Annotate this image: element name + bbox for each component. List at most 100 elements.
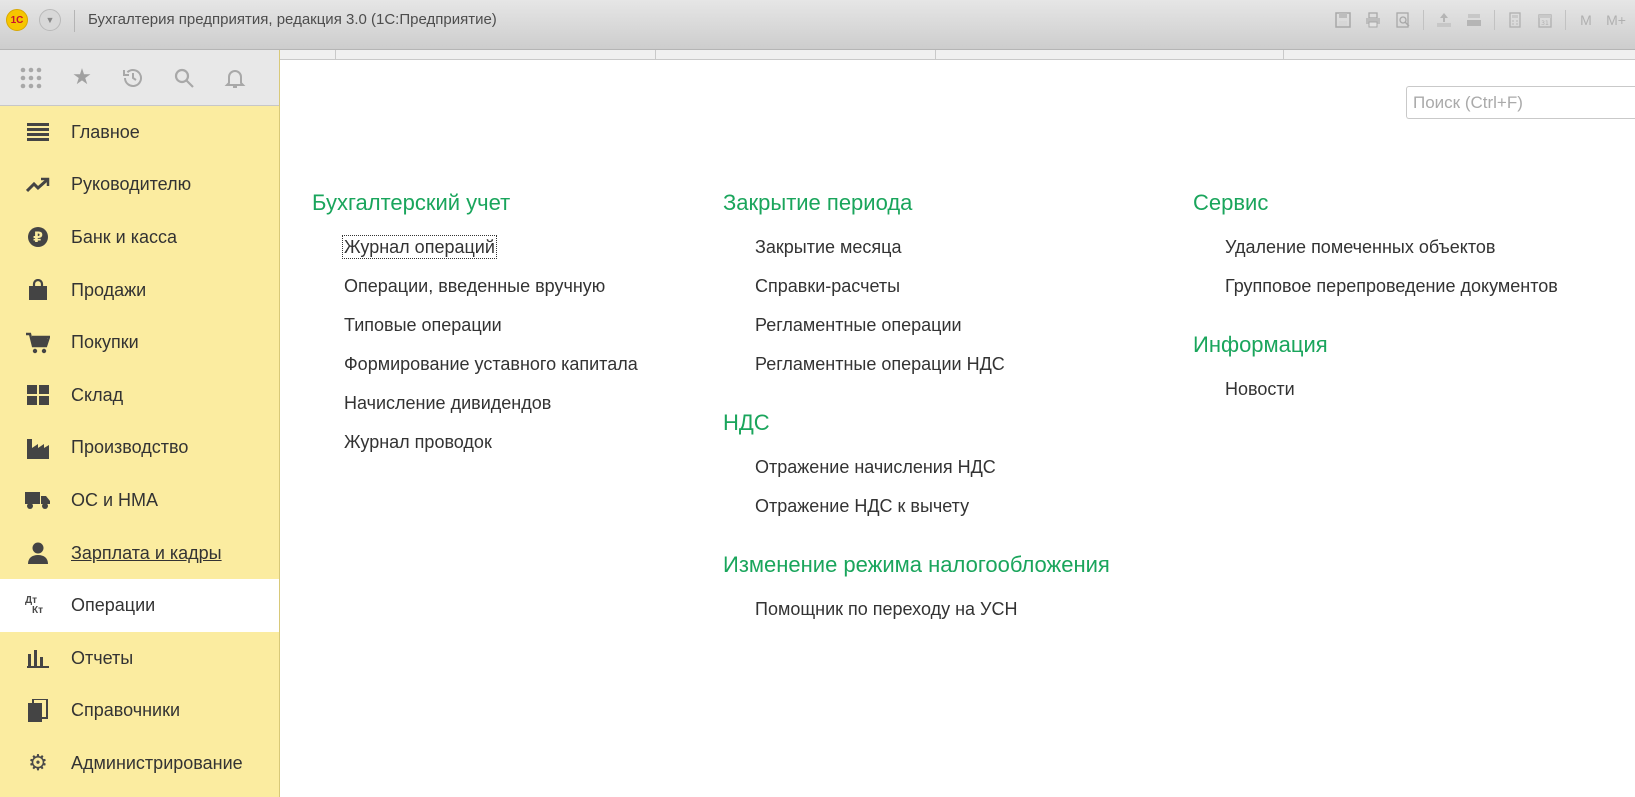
sidebar-item-label: Администрирование	[71, 752, 243, 773]
link-regulatory-operations[interactable]: Регламентные операции	[755, 306, 1110, 345]
title-bar: 1С ▼ Бухгалтерия предприятия, редакция 3…	[0, 0, 1635, 50]
column-accounting: Бухгалтерский учет Журнал операций Опера…	[312, 190, 638, 488]
group-title: Закрытие периода	[723, 190, 913, 215]
tab-divider	[1283, 50, 1284, 60]
toolbar-icons: 31 M M+	[1330, 8, 1635, 32]
sidebar-item-administration[interactable]: ⚙ Администрирование	[0, 737, 279, 790]
link-vat-accrual[interactable]: Отражение начисления НДС	[755, 448, 1110, 487]
group-title: НДС	[723, 410, 770, 435]
group-title: Изменение режима налогообложения	[723, 552, 1110, 577]
ruble-icon: ₽	[25, 224, 51, 250]
sidebar-item-label: Покупки	[71, 332, 139, 353]
link-vat-deduction[interactable]: Отражение НДС к вычету	[755, 487, 1110, 526]
sidebar-item-purchases[interactable]: Покупки	[0, 316, 279, 369]
window-title: Бухгалтерия предприятия, редакция 3.0 (1…	[88, 11, 497, 28]
sidebar-item-bank[interactable]: ₽ Банк и касса	[0, 211, 279, 264]
history-icon[interactable]	[120, 65, 146, 91]
group-service: Сервис Удаление помеченных объектов Груп…	[1193, 190, 1558, 306]
sidebar-item-label: Главное	[71, 121, 140, 142]
bar-chart-icon	[25, 645, 51, 671]
search-input[interactable]	[1406, 86, 1635, 119]
sidebar-item-label: ОС и НМА	[71, 489, 159, 510]
bell-icon[interactable]	[222, 65, 248, 91]
svg-text:₽: ₽	[33, 230, 43, 246]
group-tax-regime: Изменение режима налогообложения Помощни…	[723, 552, 1110, 629]
link-news[interactable]: Новости	[1225, 370, 1558, 409]
menu-icon	[25, 119, 51, 145]
group-period-closing: Закрытие периода Закрытие месяца Справки…	[723, 190, 1110, 384]
sidebar-sections: Главное Руководителю ₽ Банк и касса Прод…	[0, 106, 279, 790]
sidebar-item-label: Операции	[71, 595, 156, 616]
app-logo[interactable]: 1С	[6, 9, 28, 31]
main-menu-button[interactable]: ▼	[39, 9, 61, 31]
search-icon[interactable]	[171, 65, 197, 91]
sidebar-toolbar: ★	[0, 50, 279, 106]
title-separator	[74, 10, 75, 32]
factory-icon	[25, 435, 51, 461]
link-operations-journal[interactable]: Журнал операций	[342, 228, 638, 267]
toolbar-separator	[1565, 10, 1566, 30]
dt-kt-icon: Дт Кт	[25, 593, 51, 619]
group-title: Сервис	[1193, 190, 1269, 215]
print-icon[interactable]	[1360, 9, 1386, 31]
calendar-icon[interactable]: 31	[1532, 9, 1558, 31]
link-month-closing[interactable]: Закрытие месяца	[755, 228, 1110, 267]
link-authorized-capital[interactable]: Формирование уставного капитала	[344, 345, 638, 384]
memory-m-button[interactable]: M	[1573, 9, 1599, 31]
books-icon	[25, 698, 51, 724]
tab-divider	[655, 50, 656, 60]
person-icon	[25, 540, 51, 566]
link-group-reposting[interactable]: Групповое перепроведение документов	[1225, 267, 1558, 306]
shopping-bag-icon	[25, 277, 51, 303]
group-vat: НДС Отражение начисления НДС Отражение Н…	[723, 410, 1110, 526]
toolbar-separator	[1423, 10, 1424, 30]
star-icon[interactable]: ★	[69, 65, 95, 91]
svg-text:31: 31	[1541, 20, 1549, 27]
cart-icon	[25, 330, 51, 356]
sidebar-item-label: Справочники	[71, 700, 181, 721]
warehouse-icon	[25, 382, 51, 408]
sidebar-item-label: Руководителю	[71, 174, 192, 195]
sidebar-item-reports[interactable]: Отчеты	[0, 632, 279, 685]
preview-icon[interactable]	[1390, 9, 1416, 31]
link-manual-operations[interactable]: Операции, введенные вручную	[344, 267, 638, 306]
sidebar-item-label: Продажи	[71, 279, 147, 300]
link-dividends[interactable]: Начисление дивидендов	[344, 384, 638, 423]
group-information: Информация Новости	[1193, 332, 1558, 409]
gear-icon: ⚙	[28, 750, 48, 776]
memory-m-plus-button[interactable]: M+	[1603, 9, 1629, 31]
apps-grid-icon[interactable]	[18, 65, 44, 91]
sidebar-item-fixed-assets[interactable]: ОС и НМА	[0, 474, 279, 527]
sections-sidebar: ★ Главное Руководителю ₽ Банк и касса Пр…	[0, 50, 280, 797]
sidebar-item-manager[interactable]: Руководителю	[0, 159, 279, 212]
tab-divider	[335, 50, 336, 60]
sidebar-item-sales[interactable]: Продажи	[0, 264, 279, 317]
kt-label: Кт	[32, 604, 44, 616]
sidebar-item-operations[interactable]: Дт Кт Операции	[0, 579, 279, 632]
calculator-icon[interactable]	[1502, 9, 1528, 31]
sidebar-item-main[interactable]: Главное	[0, 106, 279, 159]
tab-divider	[935, 50, 936, 60]
link-typical-operations[interactable]: Типовые операции	[344, 306, 638, 345]
sidebar-item-payroll[interactable]: Зарплата и кадры	[0, 527, 279, 580]
link-regulatory-vat[interactable]: Регламентные операции НДС	[755, 345, 1110, 384]
column-service: Сервис Удаление помеченных объектов Груп…	[1193, 190, 1558, 435]
sidebar-item-directories[interactable]: Справочники	[0, 685, 279, 738]
truck-icon	[25, 487, 51, 513]
group-title: Информация	[1193, 332, 1328, 357]
sidebar-item-label: Склад	[71, 384, 124, 405]
download-icon[interactable]	[1461, 9, 1487, 31]
link-calculations[interactable]: Справки-расчеты	[755, 267, 1110, 306]
save-icon[interactable]	[1330, 9, 1356, 31]
sidebar-item-production[interactable]: Производство	[0, 422, 279, 475]
link-delete-marked[interactable]: Удаление помеченных объектов	[1225, 228, 1558, 267]
tab-strip	[270, 50, 1635, 60]
link-usn-assistant[interactable]: Помощник по переходу на УСН	[755, 590, 1110, 629]
group-title: Бухгалтерский учет	[312, 190, 511, 215]
sidebar-item-warehouse[interactable]: Склад	[0, 369, 279, 422]
sidebar-item-label: Зарплата и кадры	[71, 542, 222, 563]
upload-icon[interactable]	[1431, 9, 1457, 31]
link-postings-journal[interactable]: Журнал проводок	[344, 423, 638, 462]
column-period: Закрытие периода Закрытие месяца Справки…	[723, 190, 1110, 655]
group-accounting: Бухгалтерский учет Журнал операций Опера…	[312, 190, 638, 462]
